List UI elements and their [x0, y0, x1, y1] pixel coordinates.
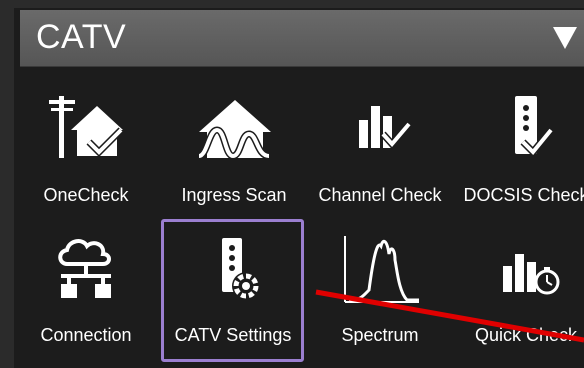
docsis-check-icon: [452, 90, 584, 170]
tile-channel-check[interactable]: Channel Check: [306, 82, 454, 222]
quick-check-icon: [452, 230, 584, 310]
tile-label: Channel Check: [318, 185, 442, 205]
onecheck-icon: [12, 90, 160, 170]
selection-highlight: [161, 219, 304, 362]
spectrum-icon: [306, 230, 454, 310]
tile-onecheck[interactable]: OneCheck: [12, 82, 160, 222]
ingress-scan-icon: [160, 90, 308, 170]
tile-docsis-check[interactable]: DOCSIS Check: [452, 82, 584, 222]
device-screen: CATV OneCheck Ingress Scan Channel Check…: [0, 0, 584, 368]
tile-quick-check[interactable]: Quick Check: [452, 222, 584, 362]
catv-header[interactable]: CATV: [20, 10, 584, 67]
page-title: CATV: [36, 18, 127, 56]
tile-label: Connection: [40, 325, 132, 345]
tile-ingress-scan[interactable]: Ingress Scan: [160, 82, 308, 222]
tile-label: Quick Check: [474, 325, 578, 345]
channel-check-icon: [306, 90, 454, 170]
tile-label: Ingress Scan: [181, 185, 287, 205]
tile-label: OneCheck: [43, 185, 129, 205]
tile-spectrum[interactable]: Spectrum: [306, 222, 454, 362]
tile-label: DOCSIS Check: [463, 185, 584, 205]
tile-connection[interactable]: Connection: [12, 222, 160, 362]
connection-icon: [12, 230, 160, 310]
tile-label: Spectrum: [341, 325, 419, 345]
dropdown-arrow-icon[interactable]: [553, 27, 577, 49]
